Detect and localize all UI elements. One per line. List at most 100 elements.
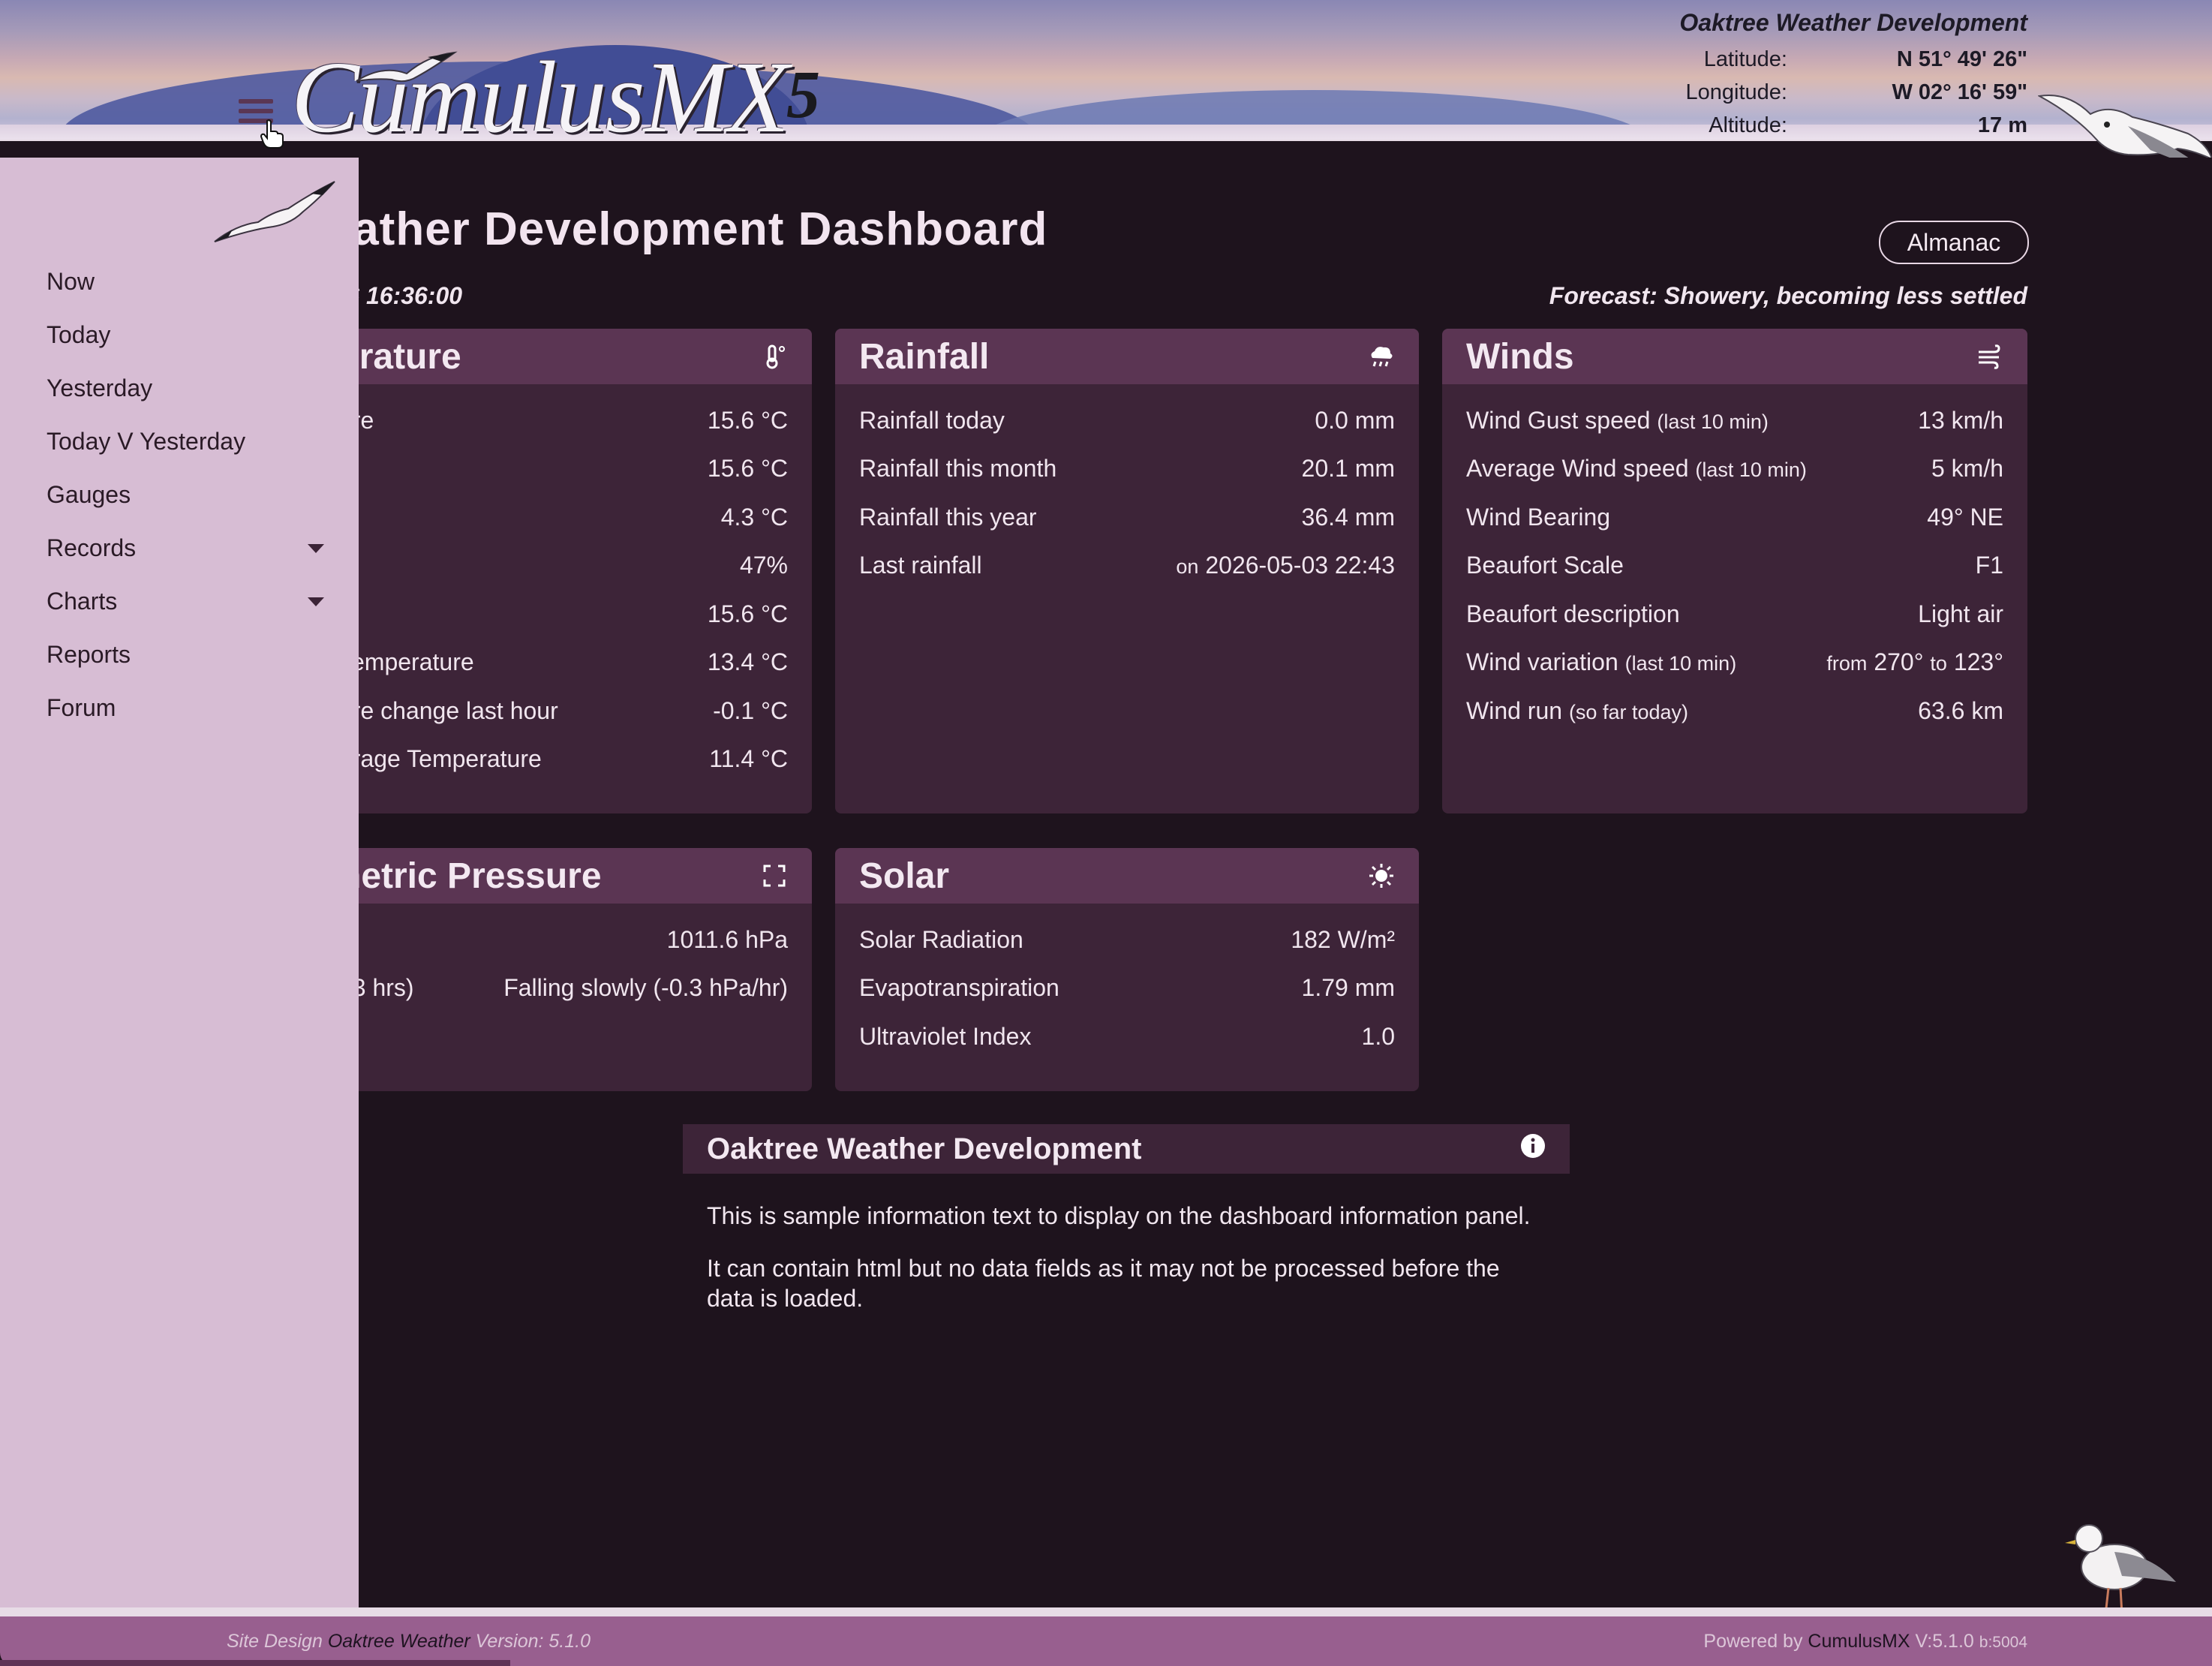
row-label-group: Wind run (so far today) [1466,697,1688,725]
sidebar-item-forum[interactable]: Forum [0,681,359,735]
sidebar-item-records[interactable]: Records [0,522,359,575]
latitude-label: Latitude: [1703,47,1787,71]
row-value: 1.79 mm [1302,974,1395,1002]
row-value: 15.6 °C [708,455,788,483]
almanac-button[interactable]: Almanac [1879,221,2029,264]
row-value-text: 36.4 mm [1301,503,1395,531]
data-row: Ultraviolet Index 1.0 [835,1012,1419,1061]
data-row: Wind Gust speed (last 10 min) 13 km/h [1442,396,2027,445]
sidebar-item-label: Today [47,321,111,348]
data-row: ure change last hour -0.1 °C [315,687,812,735]
footer-cumulusmx-link[interactable]: CumulusMX [1808,1631,1910,1652]
row-value-text: 2026-05-03 22:43 [1205,552,1395,579]
footer-divider [0,1607,2212,1616]
row-value: from 270° to 123° [1826,648,2003,676]
row-value-from: 270° [1874,648,1924,676]
wind-icon [1976,343,2003,370]
sidebar-item-label: Forum [47,694,116,721]
row-value-text: 0.0 mm [1315,406,1395,434]
row-value: 11.4 °C [709,745,788,773]
row-value: 63.6 km [1918,697,2003,725]
row-value-from-word: from [1826,652,1868,675]
longitude-row: Longitude: W 02° 16' 59" [1607,76,2027,109]
row-value-text: 1.79 mm [1301,974,1395,1002]
row-value-text: Light air [1918,600,2003,627]
row-value: 49° NE [1927,504,2003,531]
sidebar-item-label: Today V Yesterday [47,428,246,455]
row-label: Ultraviolet Index [859,1022,1032,1050]
rainfall-panel: Rainfall Rainfall today 0.0 mm Rainfall th… [835,329,1419,813]
pressure-rows: 1011.6 hPa t 3 hrs) Falling slowly (-0.3 h… [315,904,812,1012]
sidebar-item-gauges[interactable]: Gauges [0,468,359,522]
row-value-text: 182 W/m² [1291,925,1395,953]
row-note: (last 10 min) [1624,652,1737,675]
row-label: Beaufort description [1466,600,1680,627]
temperature-panel: erature ure15.6 °C15.6 °Ct4.3 °C47%x15.6… [315,329,812,813]
row-value: Light air [1918,600,2003,628]
row-note: (last 10 min) [1695,459,1807,482]
info-paragraph: This is sample information text to displ… [707,1202,1531,1229]
row-label: Wind Bearing [1466,503,1611,531]
data-row: Temperature 13.4 °C [315,639,812,687]
sidebar-item-reports[interactable]: Reports [0,628,359,681]
row-value-text: 20.1 mm [1301,455,1395,483]
winds-panel: Winds Wind Gust speed (last 10 min) 13 km… [1442,329,2027,813]
data-row: Beaufort Scale F1 [1442,542,2027,591]
row-value-text: 5 km/h [1931,455,2003,483]
row-value-prefix: on [1176,555,1199,579]
data-row: Rainfall this month 20.1 mm [835,445,1419,494]
sidebar-item-charts[interactable]: Charts [0,575,359,628]
data-row: 47% [315,542,812,591]
caret-down-icon [308,597,324,606]
footer-accent [0,1660,510,1666]
row-value-text: 1011.6 hPa [666,925,788,953]
row-value-text: 49° NE [1927,503,2003,531]
sidebar-item-now[interactable]: Now [0,255,359,308]
caret-down-icon [308,543,324,553]
sidebar-item-label: Records [47,534,137,561]
row-value: F1 [1976,552,2003,579]
solar-rows: Solar Radiation 182 W/m² Evapotranspiratio… [835,904,1419,1061]
row-value: 0.0 mm [1315,407,1395,435]
row-label: Rainfall this year [859,503,1037,531]
footer-site-design-link[interactable]: Oaktree Weather [328,1631,470,1652]
panel-header: Solar [835,848,1419,904]
row-value: 182 W/m² [1291,926,1395,954]
row-value-text: 4.3 °C [720,503,788,531]
altitude-label: Altitude: [1709,113,1787,137]
data-row: Evapotranspiration 1.79 mm [835,964,1419,1013]
sidebar-item-today-v-yesterday[interactable]: Today V Yesterday [0,415,359,468]
row-label-group: Wind Gust speed (last 10 min) [1466,407,1769,435]
data-row: ure15.6 °C [315,396,812,445]
row-value: 1.0 [1362,1023,1395,1051]
data-row: t 3 hrs) Falling slowly (-0.3 hPa/hr) [315,964,812,1013]
altitude-row: Altitude: 17 m [1607,109,2027,141]
info-paragraph: It can contain html but no data fields a… [707,1255,1500,1312]
row-value: 36.4 mm [1302,504,1395,531]
row-label-group: Beaufort Scale [1466,552,1624,579]
latitude-value: N 51° 49' 26" [1896,47,2027,71]
row-label: Evapotranspiration [859,974,1059,1002]
data-row: 15.6 °C [315,445,812,494]
latitude-row: Latitude: N 51° 49' 26" [1607,43,2027,76]
row-label: Solar Radiation [859,925,1023,953]
row-value-text: 13.4 °C [707,648,788,676]
row-value: on 2026-05-03 22:43 [1176,552,1395,579]
data-row: t4.3 °C [315,493,812,542]
row-label: Average Wind speed [1466,455,1689,483]
data-row: Last rainfall on 2026-05-03 22:43 [835,542,1419,591]
row-label: erage Temperature [339,745,542,773]
sun-icon [1368,862,1395,889]
rainfall-rows: Rainfall today 0.0 mm Rainfall this month 2… [835,384,1419,590]
sidebar-item-yesterday[interactable]: Yesterday [0,362,359,415]
row-label: Wind run [1466,696,1563,724]
row-value-text: 1.0 [1361,1022,1395,1050]
panel-header: Winds [1442,329,2027,384]
row-value-text: -0.1 °C [713,696,788,724]
sidebar-item-today[interactable]: Today [0,308,359,362]
row-label: Rainfall today [859,406,1005,434]
thermometer-icon [761,343,788,370]
row-label-group: Beaufort description [1466,600,1680,628]
site-logo-version: 5 [786,58,820,132]
row-value-text: 15.6 °C [707,600,788,627]
